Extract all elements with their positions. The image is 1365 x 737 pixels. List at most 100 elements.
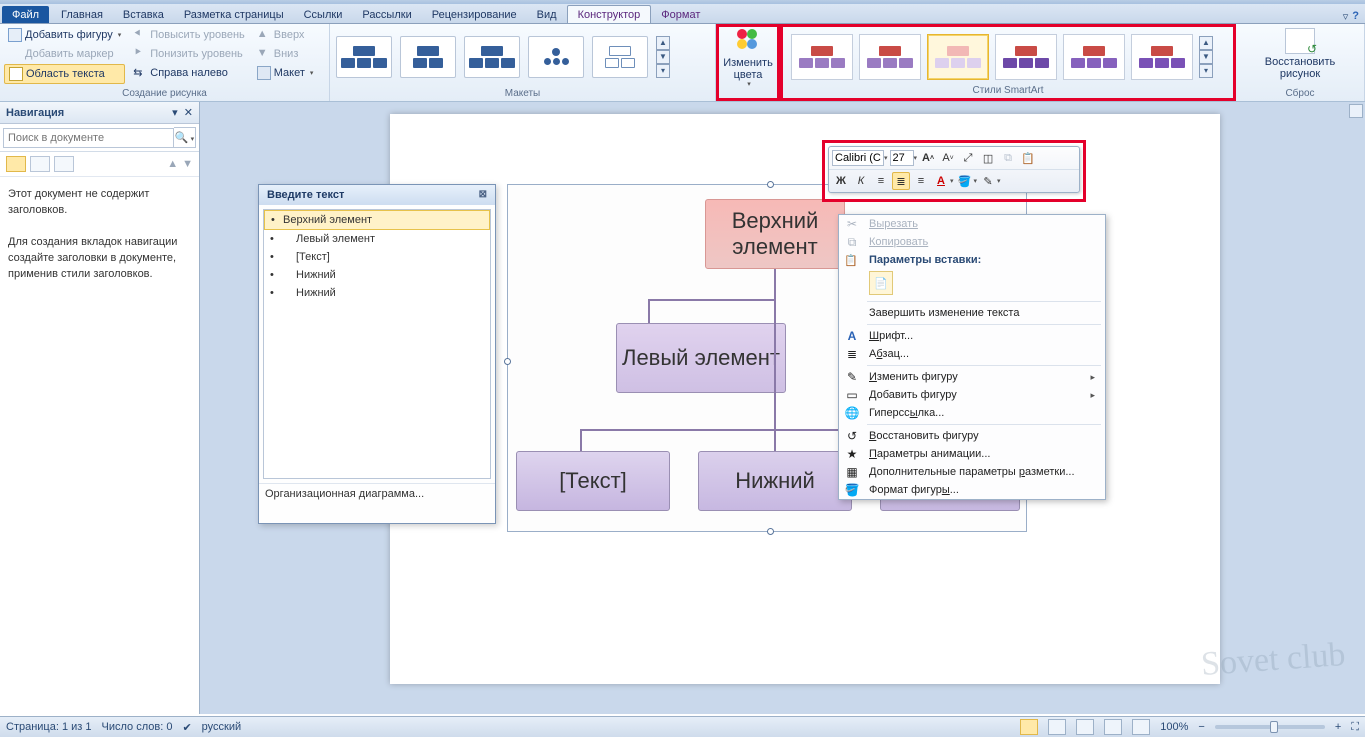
list-item[interactable]: Верхний элемент — [264, 210, 490, 230]
layouts-gallery[interactable]: ▲▼▾ — [334, 26, 711, 87]
ctx-more-layout[interactable]: ▦Дополнительные параметры разметки... — [839, 463, 1105, 481]
tab-review[interactable]: Рецензирование — [422, 6, 527, 23]
nav-view-headings[interactable] — [6, 156, 26, 172]
add-shape-button[interactable]: Добавить фигуру▾ — [4, 26, 125, 44]
grow-font-icon[interactable]: A˄ — [919, 149, 937, 167]
smartart-node-left[interactable]: Левый элемент — [616, 323, 786, 393]
textpane-footer[interactable]: Организационная диаграмма... — [259, 483, 495, 504]
gallery-down-icon[interactable]: ▼ — [656, 50, 670, 64]
copy-icon[interactable]: ⧉ — [999, 149, 1017, 167]
tab-format[interactable]: Формат — [651, 6, 710, 23]
ctx-change-shape[interactable]: ✎Изменить фигуру▸ — [839, 368, 1105, 386]
autofit-icon[interactable]: ⤢ — [959, 149, 977, 167]
ctx-cut[interactable]: ✂Вырезать — [839, 215, 1105, 233]
change-colors-button[interactable]: Изменить цвета▾ — [719, 27, 777, 91]
ctx-end-edit[interactable]: Завершить изменение текста — [839, 304, 1105, 322]
styles-gallery[interactable]: ▲▼▾ — [787, 29, 1229, 84]
nav-prev-icon[interactable]: ▲ — [167, 158, 178, 170]
gallery-more-icon[interactable]: ▾ — [1199, 64, 1213, 78]
align-right-icon[interactable]: ≡ — [912, 172, 930, 190]
tab-file[interactable]: Файл — [2, 6, 49, 23]
bold-icon[interactable]: Ж — [832, 172, 850, 190]
mini-toolbar[interactable]: ▾ ▾ A˄ A˅ ⤢ ◫ ⧉ 📋 Ж К ≡ ≣ ≡ A▾ 🪣▾ ✎▾ — [828, 146, 1080, 193]
list-item[interactable]: Левый элемент — [264, 230, 490, 248]
status-words[interactable]: Число слов: 0 — [102, 721, 173, 733]
ctx-animation[interactable]: ★Параметры анимации... — [839, 445, 1105, 463]
tab-mailings[interactable]: Рассылки — [352, 6, 421, 23]
ctx-restore-shape[interactable]: ↺Восстановить фигуру — [839, 427, 1105, 445]
help-icon[interactable]: ? — [1352, 10, 1359, 23]
style-thumb-selected[interactable] — [927, 34, 989, 80]
style-thumb[interactable] — [791, 34, 853, 80]
align-left-icon[interactable]: ≡ — [872, 172, 890, 190]
list-item[interactable]: Нижний — [264, 284, 490, 302]
smartart-node-lower[interactable]: Нижний — [698, 451, 852, 511]
style-thumb[interactable] — [859, 34, 921, 80]
close-icon[interactable]: ⊠ — [479, 189, 487, 201]
move-up-button[interactable]: ▲Вверх — [253, 26, 318, 44]
zoom-label[interactable]: 100% — [1160, 721, 1188, 733]
tab-pagelayout[interactable]: Разметка страницы — [174, 6, 294, 23]
ctx-format-shape[interactable]: 🪣Формат фигуры... — [839, 481, 1105, 499]
gallery-up-icon[interactable]: ▲ — [656, 36, 670, 50]
style-thumb[interactable] — [995, 34, 1057, 80]
ctx-font[interactable]: AШрифт... — [839, 327, 1105, 345]
status-spell-icon[interactable]: ✔ — [182, 721, 191, 734]
gallery-up-icon[interactable]: ▲ — [1199, 36, 1213, 50]
gallery-down-icon[interactable]: ▼ — [1199, 50, 1213, 64]
ctx-copy[interactable]: ⧉Копировать — [839, 233, 1105, 251]
status-page[interactable]: Страница: 1 из 1 — [6, 721, 92, 733]
list-item[interactable]: [Текст] — [264, 248, 490, 266]
list-item[interactable]: Нижний — [264, 266, 490, 284]
font-color-icon[interactable]: A — [932, 172, 950, 190]
align-center-icon[interactable]: ≣ — [892, 172, 910, 190]
promote-button[interactable]: ⯇Повысить уровень — [129, 26, 249, 44]
shrink-font-icon[interactable]: A˅ — [939, 149, 957, 167]
search-input[interactable] — [3, 128, 174, 148]
style-thumb[interactable] — [1131, 34, 1193, 80]
add-marker-button[interactable]: Добавить маркер — [4, 45, 125, 63]
font-combo[interactable] — [832, 150, 884, 166]
tab-design[interactable]: Конструктор — [567, 5, 652, 23]
zoom-slider[interactable] — [1215, 725, 1325, 729]
nav-view-pages[interactable] — [30, 156, 50, 172]
zoom-out-icon[interactable]: − — [1198, 721, 1204, 733]
ribbon-minimize-icon[interactable]: ▿ — [1343, 10, 1349, 23]
nav-next-icon[interactable]: ▼ — [182, 158, 193, 170]
tab-home[interactable]: Главная — [51, 6, 113, 23]
fill-color-icon[interactable]: 🪣 — [956, 172, 974, 190]
paste-icon[interactable]: 📋 — [1019, 149, 1037, 167]
paste-option-icon[interactable]: 📄 — [869, 271, 893, 295]
view-outline[interactable] — [1104, 719, 1122, 735]
italic-icon[interactable]: К — [852, 172, 870, 190]
text-area-toggle[interactable]: Область текста — [4, 64, 125, 84]
layout-thumb[interactable] — [336, 36, 392, 78]
fullscreen-icon[interactable]: ⛶ — [1351, 721, 1359, 734]
layout-thumb[interactable] — [464, 36, 520, 78]
outline-color-icon[interactable]: ✎ — [979, 172, 997, 190]
ctx-paragraph[interactable]: ≣Абзац... — [839, 345, 1105, 363]
layout-dropdown[interactable]: Макет▾ — [253, 64, 318, 82]
ctx-hyperlink[interactable]: 🌐Гиперссылка... — [839, 404, 1105, 422]
demote-button[interactable]: ⯈Понизить уровень — [129, 45, 249, 63]
smartart-node-text[interactable]: [Текст] — [516, 451, 670, 511]
tab-references[interactable]: Ссылки — [294, 6, 353, 23]
nav-dropdown-icon[interactable]: ▾ — [172, 106, 178, 119]
textpane-list[interactable]: Верхний элемент Левый элемент [Текст] Ни… — [263, 209, 491, 479]
smartart-node-top[interactable]: Верхний элемент — [705, 199, 845, 269]
view-draft[interactable] — [1132, 719, 1150, 735]
rtl-button[interactable]: ⇆Справа налево — [129, 64, 249, 82]
smartart-text-pane[interactable]: Введите текст⊠ Верхний элемент Левый эле… — [258, 184, 496, 524]
context-menu[interactable]: ✂Вырезать ⧉Копировать 📋Параметры вставки… — [838, 214, 1106, 500]
reset-graphic-button[interactable]: ↺ Восстановить рисунок — [1240, 26, 1360, 82]
ctx-add-shape[interactable]: ▭Добавить фигуру▸ — [839, 386, 1105, 404]
gallery-more-icon[interactable]: ▾ — [656, 64, 670, 78]
layout-thumb[interactable] — [528, 36, 584, 78]
tab-view[interactable]: Вид — [527, 6, 567, 23]
style-thumb[interactable] — [1063, 34, 1125, 80]
view-fullscreen[interactable] — [1048, 719, 1066, 735]
move-down-button[interactable]: ▼Вниз — [253, 45, 318, 63]
view-print-layout[interactable] — [1020, 719, 1038, 735]
layout-thumb[interactable] — [592, 36, 648, 78]
close-icon[interactable]: ✕ — [184, 106, 193, 119]
